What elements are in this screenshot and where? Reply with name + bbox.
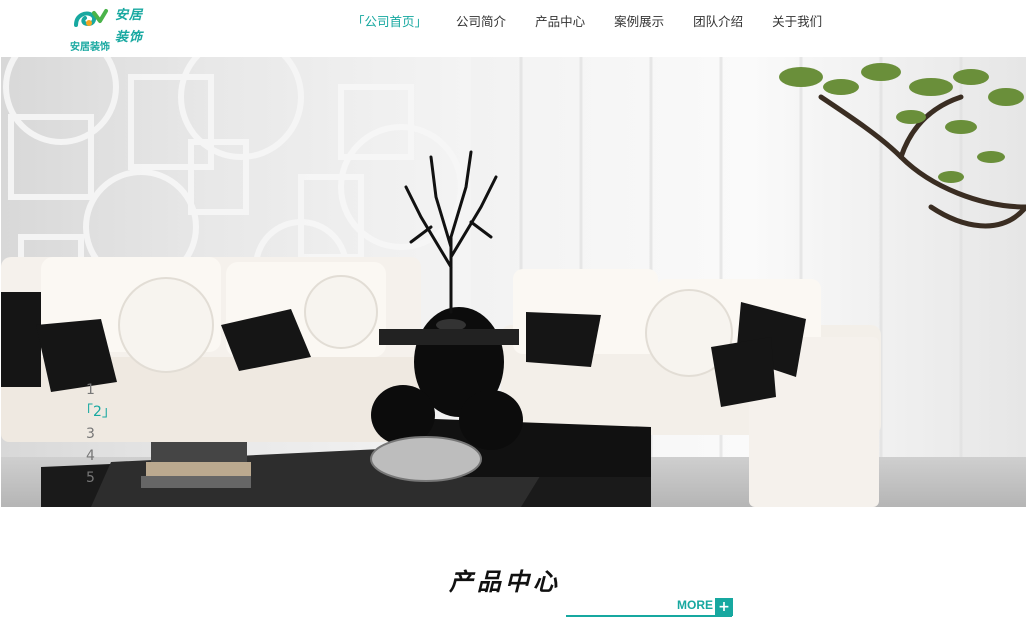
logo-text-line1: 安居: [115, 8, 144, 23]
logo-subtitle: 安居装饰: [70, 42, 110, 53]
more-underline: [566, 615, 732, 617]
nav-item-4[interactable]: 案例展示: [614, 13, 664, 33]
nav-item-1[interactable]: 「公司首页」: [352, 13, 427, 33]
nav-item-label: 关于我们: [772, 14, 823, 29]
slide-dot-4[interactable]: 4: [79, 445, 109, 467]
logo-mark-icon: [74, 9, 108, 27]
nav-item-2[interactable]: 公司简介: [456, 13, 506, 33]
slide-dot-label: 5: [86, 470, 95, 486]
nav-item-6[interactable]: 关于我们: [772, 13, 822, 33]
site-header: 安居装饰 安居 装饰 「公司首页」 公司简介 产品中心 案例展示 团队介绍 关于我们: [0, 0, 1028, 57]
banner-image: [1, 57, 1026, 507]
slide-indicator: 1 「2」 3 4 5: [79, 379, 116, 489]
slide-dot-label: 4: [86, 448, 95, 464]
slide-dot-label: 2: [93, 404, 102, 420]
slide-dot-bracket-close: 」: [101, 404, 116, 420]
slide-dot-2[interactable]: 「2」: [79, 401, 116, 423]
slide-dot-3[interactable]: 3: [79, 423, 109, 445]
slide-dot-bracket-open: 「: [79, 404, 93, 420]
nav-item-label: 公司简介: [456, 14, 507, 29]
products-section-title: 产品中心: [449, 567, 561, 596]
slide-dot-1[interactable]: 1: [79, 379, 109, 401]
more-link[interactable]: MORE: [677, 598, 713, 612]
nav-item-label: 公司首页: [364, 14, 415, 29]
main-nav: 「公司首页」 公司简介 产品中心 案例展示 团队介绍 关于我们: [352, 13, 851, 33]
nav-item-label: 产品中心: [535, 14, 586, 29]
plus-icon[interactable]: +: [715, 598, 733, 616]
nav-item-label: 案例展示: [614, 14, 665, 29]
hero-banner[interactable]: 1 「2」 3 4 5: [1, 57, 1026, 507]
nav-bracket-open: 「: [352, 14, 365, 29]
slide-dot-label: 1: [86, 382, 95, 398]
nav-item-label: 团队介绍: [693, 14, 744, 29]
nav-item-5[interactable]: 团队介绍: [693, 13, 743, 33]
logo-text-line2: 装饰: [115, 30, 144, 45]
nav-item-3[interactable]: 产品中心: [535, 13, 585, 33]
slide-dot-5[interactable]: 5: [79, 467, 109, 489]
slide-dot-label: 3: [86, 426, 95, 442]
nav-bracket-close: 」: [414, 14, 428, 29]
